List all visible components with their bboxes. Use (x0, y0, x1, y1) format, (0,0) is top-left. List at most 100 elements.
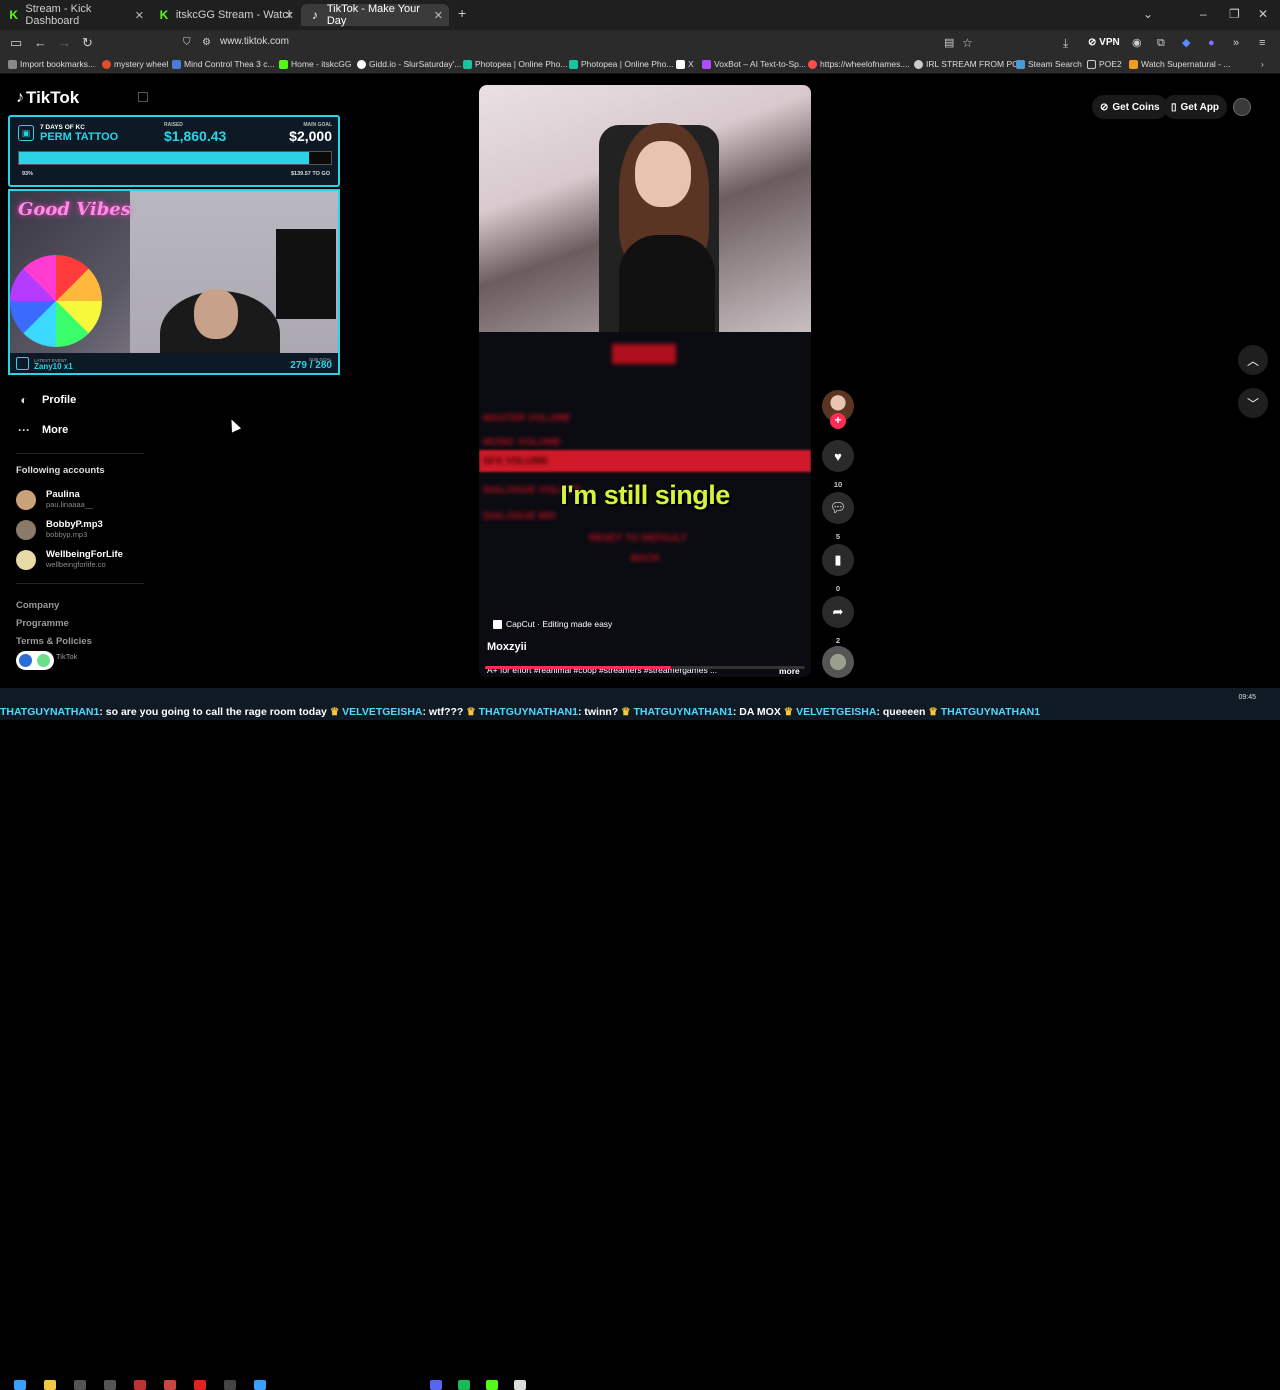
following-account[interactable]: WellbeingForLife wellbeingforlife.co (16, 549, 123, 570)
tab-list-icon[interactable]: ⌄ (1143, 7, 1153, 21)
site-settings-icon[interactable]: ⚙ (202, 35, 211, 51)
divider (16, 453, 144, 454)
reload-icon[interactable]: ↻ (82, 35, 93, 51)
extension-circle-icon[interactable]: ● (1208, 35, 1215, 51)
new-tab-icon[interactable]: + (458, 5, 466, 21)
forward-icon[interactable]: → (58, 35, 71, 51)
close-icon[interactable]: ✕ (434, 9, 443, 22)
overflow-chevron-icon[interactable]: » (1233, 35, 1239, 51)
vpn-button[interactable]: ⊘ VPN (1088, 35, 1120, 51)
bookmark-item[interactable]: Import bookmarks... (8, 59, 95, 69)
collapse-sidebar-icon[interactable] (138, 92, 148, 102)
vpn-label: VPN (1099, 37, 1120, 48)
url-bar[interactable]: www.tiktok.com (220, 36, 289, 47)
footer-link-programme[interactable]: Programme (16, 618, 69, 629)
app-icon[interactable] (104, 1380, 116, 1390)
close-icon[interactable]: ✕ (285, 9, 294, 22)
tab-kick-stream[interactable]: K itskcGG Stream - Watch Live on ✕ (150, 4, 300, 26)
save-action: ▮ 0 (822, 544, 854, 593)
following-account[interactable]: BobbyP.mp3 bobbyp.mp3 (16, 519, 103, 540)
app-icon[interactable] (224, 1380, 236, 1390)
ticker-user: VELVETGEISHA (342, 706, 423, 718)
start-icon[interactable] (14, 1380, 26, 1390)
bookmark-label: Photopea | Online Pho... (581, 59, 674, 69)
back-icon[interactable]: ← (34, 35, 47, 51)
footer-link-company[interactable]: Company (16, 600, 59, 611)
app-icon[interactable] (194, 1380, 206, 1390)
app-icon[interactable] (74, 1380, 86, 1390)
account-name: Paulina (46, 489, 80, 500)
footer-link-terms[interactable]: Terms & Policies (16, 636, 92, 647)
bookmark-item[interactable]: mystery wheel (102, 59, 168, 69)
bookmark-item[interactable]: Mind Control Thea 3 c... (172, 59, 275, 69)
video-author[interactable]: Moxzyii (487, 641, 527, 653)
capcut-link[interactable]: CapCut · Editing made easy (493, 619, 612, 629)
comment-action: 💬︎ 5 (822, 492, 854, 541)
get-app-button[interactable]: ▯ Get App (1163, 95, 1228, 119)
sidebar-item-profile[interactable]: ◐ Profile (16, 393, 76, 407)
like-button[interactable]: ♥ (822, 440, 854, 472)
user-avatar[interactable] (1233, 98, 1251, 116)
comment-button[interactable]: 💬︎ (822, 492, 854, 524)
reader-icon[interactable]: ▤ (944, 35, 954, 51)
close-icon[interactable]: ✕ (135, 9, 144, 22)
extensions-icon[interactable]: ⧉ (1157, 35, 1165, 51)
video-progress-bar[interactable] (485, 666, 805, 669)
folder-icon (1087, 59, 1096, 69)
share-button[interactable]: ➦ (822, 596, 854, 628)
gidd-icon (357, 59, 366, 69)
app-icon[interactable] (134, 1380, 146, 1390)
following-account[interactable]: Paulina pau.linaaaa__ (16, 489, 93, 510)
bookmark-item[interactable]: IRL STREAM FROM PC (914, 59, 1018, 69)
spotify-icon[interactable] (458, 1380, 470, 1390)
extension-shield-icon[interactable]: ◆ (1182, 35, 1190, 51)
explorer-icon[interactable] (44, 1380, 56, 1390)
tab-kick-dashboard[interactable]: K Stream - Kick Dashboard ✕ (0, 3, 150, 27)
ticker-user: THATGUYNATHAN1 (940, 706, 1041, 718)
bookmark-item[interactable]: VoxBot – AI Text-to-Sp... (702, 59, 806, 69)
bookmark-item[interactable]: Home - itskcGG (279, 59, 351, 69)
app-icon[interactable] (486, 1380, 498, 1390)
previous-video-button[interactable]: ︿ (1238, 345, 1268, 375)
blurred-menu-item: BACK (631, 553, 660, 564)
prize-wheel (10, 255, 102, 347)
bookmark-label: Steam Search (1028, 59, 1082, 69)
get-coins-button[interactable]: ⊘ Get Coins (1092, 95, 1168, 119)
mouse-cursor (226, 417, 242, 433)
bookmark-item[interactable]: https://wheelofnames.... (808, 59, 910, 69)
webcam-person-head (194, 289, 238, 339)
next-video-button[interactable]: ﹀ (1238, 388, 1268, 418)
app-icon[interactable] (514, 1380, 526, 1390)
discord-icon[interactable] (430, 1380, 442, 1390)
bookmark-folder[interactable]: POE2 (1087, 59, 1122, 69)
bookmark-item[interactable]: Photopea | Online Pho... (569, 59, 673, 69)
sound-disc[interactable] (822, 646, 854, 678)
sidebar-item-more[interactable]: ··· More (16, 423, 68, 437)
sidebar-item-label: Profile (42, 394, 77, 406)
bookmarks-overflow-icon[interactable]: › (1261, 59, 1264, 69)
app-icon[interactable] (254, 1380, 266, 1390)
tiktok-logo[interactable]: ♪ TikTok (16, 88, 79, 108)
tab-tiktok[interactable]: ♪ TikTok - Make Your Day ✕ (301, 3, 449, 27)
bookmark-item[interactable]: Watch Supernatural - ... (1129, 59, 1230, 69)
app-icon[interactable] (164, 1380, 176, 1390)
bookmark-item[interactable]: Steam Search (1016, 59, 1082, 69)
save-button[interactable]: ▮ (822, 544, 854, 576)
tab-title: itskcGG Stream - Watch Live on (175, 9, 292, 21)
ext-widget[interactable] (16, 651, 54, 670)
download-icon[interactable]: ⤓ (1063, 35, 1068, 51)
bookmark-item[interactable]: Photopea | Online Pho... (463, 59, 567, 69)
follow-button[interactable]: + (830, 413, 846, 429)
maximize-icon[interactable]: ❐ (1229, 7, 1240, 21)
window-close-icon[interactable]: ✕ (1258, 7, 1268, 21)
menu-icon[interactable]: ≡ (1259, 35, 1265, 51)
bookmark-item[interactable]: X (676, 59, 694, 69)
bookmark-item[interactable]: Gidd.io - SlurSaturday'... (357, 59, 461, 69)
minimize-icon[interactable]: – (1200, 7, 1207, 21)
shield-icon[interactable]: ⛉ (183, 35, 191, 51)
video-player[interactable]: MASTER VOLUME MUSIC VOLUME SFX VOLUME DI… (479, 85, 811, 677)
account-icon[interactable]: ◉ (1132, 35, 1142, 51)
sidebar-toggle-icon[interactable]: ▭ (10, 35, 22, 51)
bookmark-star-icon[interactable]: ☆ (962, 35, 973, 51)
bookmark-label: Mind Control Thea 3 c... (184, 59, 275, 69)
